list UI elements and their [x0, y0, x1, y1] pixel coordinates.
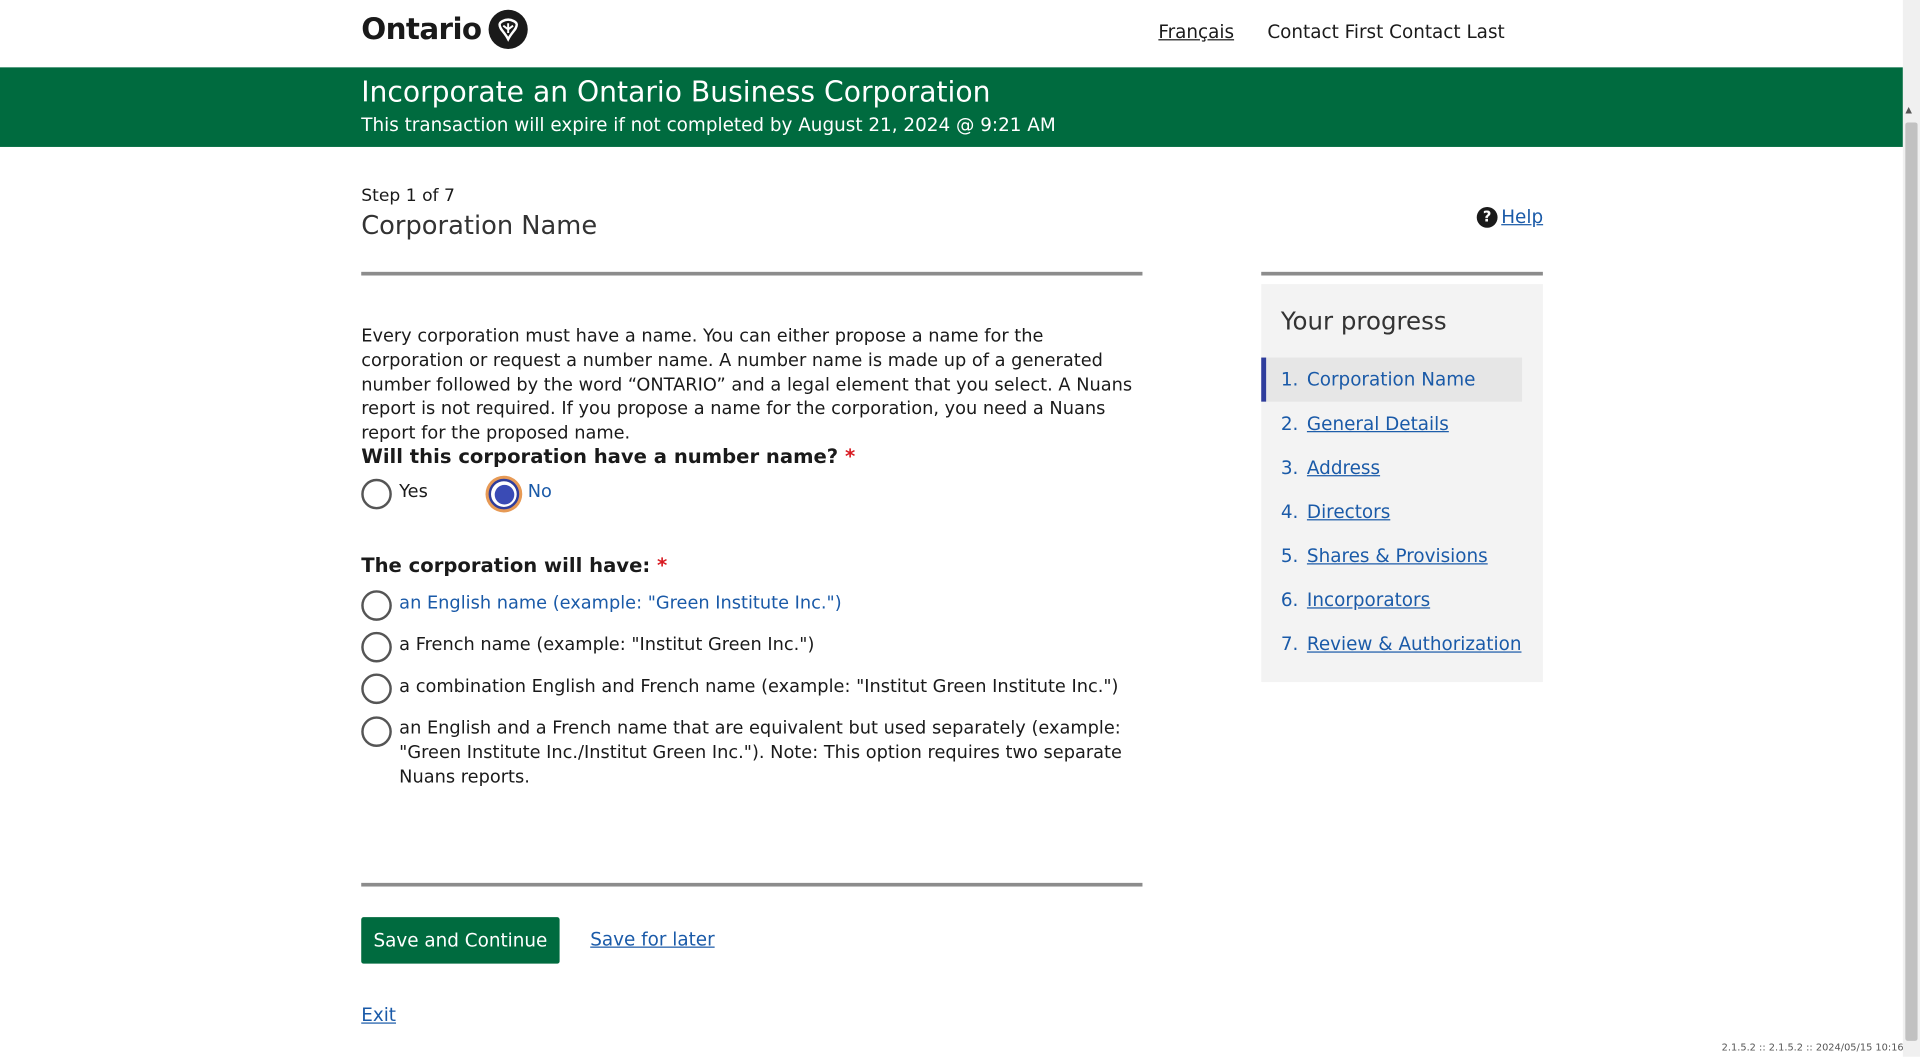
progress-item-label[interactable]: Review & Authorization — [1307, 633, 1522, 655]
logo-text: Ontario — [361, 12, 482, 47]
question-circle-icon: ? — [1476, 206, 1498, 228]
banner-title: Incorporate an Ontario Business Corporat… — [361, 77, 991, 109]
scrollbar-thumb[interactable] — [1905, 122, 1918, 1041]
expiry-notice: This transaction will expire if not comp… — [361, 113, 1056, 136]
intro-text: Every corporation must have a name. You … — [361, 326, 1133, 444]
progress-item-shares-provisions[interactable]: 5. Shares & Provisions — [1281, 545, 1488, 567]
radio-french-name[interactable] — [361, 631, 392, 663]
divider — [361, 271, 1143, 276]
progress-panel — [1261, 284, 1543, 683]
required-mark: * — [845, 444, 856, 468]
progress-item-general-details[interactable]: 2. General Details — [1281, 413, 1449, 435]
step-indicator: Step 1 of 7 — [361, 186, 455, 206]
progress-item-label[interactable]: Incorporators — [1307, 589, 1430, 611]
top-header: Ontario Français Contact First Contact L… — [0, 0, 1903, 68]
radio-equivalent-names[interactable] — [361, 716, 392, 747]
radio-combination-name[interactable] — [361, 673, 392, 705]
progress-item-label[interactable]: Shares & Provisions — [1307, 545, 1488, 567]
progress-item-corporation-name[interactable]: 1. Corporation Name — [1281, 369, 1476, 391]
progress-item-number: 2. — [1280, 412, 1299, 435]
progress-item-number: 5. — [1280, 544, 1299, 567]
progress-item-label[interactable]: General Details — [1307, 413, 1449, 435]
page-title: Corporation Name — [361, 210, 598, 241]
help-link-group[interactable]: ? Help — [1476, 206, 1543, 228]
scroll-up-arrow-icon[interactable]: ▲ — [1905, 105, 1912, 115]
progress-item-number: 3. — [1280, 456, 1299, 479]
progress-title: Your progress — [1280, 306, 1447, 336]
question-label: Will this corporation have a number name… — [361, 444, 839, 468]
progress-item-number: 6. — [1280, 588, 1299, 612]
page-banner: Incorporate an Ontario Business Corporat… — [0, 67, 1903, 147]
radio-yes[interactable] — [361, 478, 392, 510]
ontario-logo[interactable]: Ontario — [361, 9, 529, 49]
radio-label-combination-name[interactable]: a combination English and French name (e… — [399, 676, 1118, 700]
trillium-icon — [488, 9, 529, 49]
progress-item-review-authorization[interactable]: 7. Review & Authorization — [1281, 633, 1522, 655]
radio-no[interactable] — [488, 478, 520, 510]
radio-label-french-name[interactable]: a French name (example: "Institut Green … — [399, 634, 814, 658]
radio-label-no[interactable]: No — [528, 481, 552, 505]
exit-link[interactable]: Exit — [361, 1004, 396, 1026]
user-name[interactable]: Contact First Contact Last — [1267, 21, 1504, 43]
divider — [1261, 271, 1543, 276]
progress-item-label[interactable]: Directors — [1307, 501, 1390, 523]
progress-item-address[interactable]: 3. Address — [1281, 457, 1380, 479]
question-label: The corporation will have: — [361, 553, 651, 577]
question-number-name: Will this corporation have a number name… — [361, 444, 855, 467]
save-and-continue-button[interactable]: Save and Continue — [361, 917, 560, 964]
question-name-type: The corporation will have: * — [361, 553, 667, 576]
radio-label-equivalent-names[interactable]: an English and a French name that are eq… — [399, 718, 1146, 791]
help-link[interactable]: Help — [1501, 206, 1543, 228]
version-info: 2.1.5.2 :: 2.1.5.2 :: 2024/05/15 10:16 — [1721, 1042, 1904, 1054]
progress-item-number: 1. — [1280, 368, 1299, 391]
required-mark: * — [657, 553, 668, 577]
progress-item-directors[interactable]: 4. Directors — [1281, 501, 1390, 523]
radio-label-yes[interactable]: Yes — [399, 481, 428, 505]
language-toggle-link[interactable]: Français — [1158, 21, 1234, 43]
radio-english-name[interactable] — [361, 590, 392, 621]
radio-label-english-name[interactable]: an English name (example: "Green Institu… — [399, 593, 841, 617]
progress-item-number: 4. — [1280, 500, 1299, 523]
progress-item-incorporators[interactable]: 6. Incorporators — [1281, 589, 1430, 611]
progress-item-label[interactable]: Corporation Name — [1307, 369, 1476, 391]
save-for-later-link[interactable]: Save for later — [590, 928, 714, 950]
progress-item-number: 7. — [1280, 633, 1299, 656]
progress-item-label[interactable]: Address — [1307, 457, 1380, 479]
divider — [361, 882, 1143, 887]
